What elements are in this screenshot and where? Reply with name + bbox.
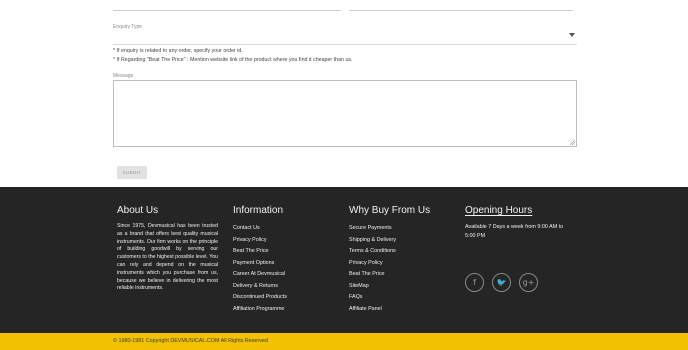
submit-button[interactable]: SUBMIT <box>117 166 147 179</box>
footer-link-privacy-policy[interactable]: Privacy Policy <box>233 235 287 247</box>
message-label: Message <box>113 73 134 79</box>
footer-link-delivery-returns[interactable]: Delivery & Returns <box>233 281 287 293</box>
footer-link-beat-price[interactable]: Beat The Price <box>349 269 430 281</box>
information-title: Information <box>233 205 284 216</box>
name-field-underline[interactable] <box>113 10 341 11</box>
opening-hours-title: Opening Hours <box>465 205 533 216</box>
information-column: Information Contact Us Privacy Policy Be… <box>233 205 287 315</box>
chevron-down-icon[interactable] <box>569 33 575 37</box>
footer-link-secure-payments[interactable]: Secure Payments <box>349 223 430 235</box>
copyright-text: © 1980-1981 Copyright DEVMUSICAL.COM All… <box>113 338 268 344</box>
footer-link-sitemap[interactable]: SiteMap <box>349 281 430 293</box>
opening-hours-text: Available 7 Days a week from 9:00 AM to … <box>465 224 564 239</box>
social-links: f 🐦 g+ <box>465 273 538 292</box>
footer-link-beat-the-price[interactable]: Beat The Price <box>233 246 287 258</box>
enquiry-form: Enquiry Type * If enquiry is related to … <box>0 0 688 187</box>
email-field-underline[interactable] <box>349 10 573 11</box>
facebook-icon[interactable]: f <box>465 273 484 292</box>
enquiry-type-label: Enquiry Type <box>113 24 143 30</box>
google-plus-icon[interactable]: g+ <box>519 273 538 292</box>
about-text: Since 1975, Devmusical has been trusted … <box>117 223 218 292</box>
about-title: About Us <box>117 205 159 216</box>
footer-link-shipping[interactable]: Shipping & Delivery <box>349 235 430 247</box>
footer-link-contact-us[interactable]: Contact Us <box>233 223 287 235</box>
why-buy-title: Why Buy From Us <box>349 205 431 216</box>
copyright-bar: © 1980-1981 Copyright DEVMUSICAL.COM All… <box>0 333 688 350</box>
footer-link-affiliate-panel[interactable]: Affiliate Panel <box>349 304 430 316</box>
message-textarea[interactable] <box>113 80 577 147</box>
beat-price-note: * If Regarding "Beat The Price" : Mentio… <box>113 57 353 63</box>
footer-link-discontinued[interactable]: Discontinued Products <box>233 292 287 304</box>
footer-link-terms[interactable]: Terms & Conditions <box>349 246 430 258</box>
information-links: Contact Us Privacy Policy Beat The Price… <box>233 223 287 315</box>
opening-hours-column: Opening Hours Available 7 Days a week fr… <box>465 205 569 292</box>
twitter-icon[interactable]: 🐦 <box>492 273 511 292</box>
footer-link-faqs[interactable]: FAQs <box>349 292 430 304</box>
why-buy-links: Secure Payments Shipping & Delivery Term… <box>349 223 430 315</box>
footer-link-affiliation[interactable]: Affiliation Programme <box>233 304 287 316</box>
footer-link-payment-options[interactable]: Payment Options <box>233 258 287 270</box>
resize-grip-icon[interactable] <box>570 140 575 145</box>
about-column: About Us Since 1975, Devmusical has been… <box>117 205 218 293</box>
enquiry-type-select[interactable] <box>113 31 577 45</box>
footer-link-privacy[interactable]: Privacy Policy <box>349 258 430 270</box>
why-buy-column: Why Buy From Us Secure Payments Shipping… <box>349 205 430 315</box>
footer-link-career[interactable]: Career At Devmusical <box>233 269 287 281</box>
footer: About Us Since 1975, Devmusical has been… <box>0 187 688 333</box>
order-id-note: * If enquiry is related to any order, sp… <box>113 48 243 54</box>
